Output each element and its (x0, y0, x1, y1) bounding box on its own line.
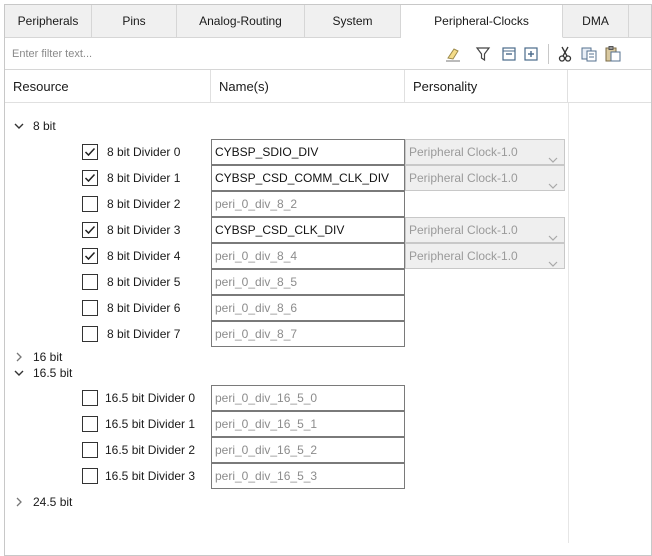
divider-row[interactable]: 8 bit Divider 1 CYBSP_CSD_COMM_CLK_DIV P… (5, 165, 651, 191)
name-field[interactable]: peri_0_div_8_2 (211, 191, 405, 217)
enable-checkbox[interactable] (82, 170, 98, 186)
filter-input[interactable] (8, 42, 433, 66)
name-field[interactable]: peri_0_div_8_4 (211, 243, 405, 269)
enable-checkbox[interactable] (82, 468, 98, 484)
divider-label: 8 bit Divider 4 (107, 249, 181, 263)
divider-row[interactable]: 16.5 bit Divider 1 peri_0_div_16_5_1 (5, 411, 651, 437)
tab-peripherals[interactable]: Peripherals (5, 5, 92, 38)
eraser-icon[interactable] (443, 44, 463, 64)
divider-label: 16.5 bit Divider 1 (105, 417, 196, 431)
group-8-bit[interactable]: 8 bit (5, 118, 651, 134)
personality-select[interactable]: Peripheral Clock-1.0 (405, 165, 565, 191)
enable-checkbox[interactable] (82, 326, 98, 342)
divider-label: 16.5 bit Divider 3 (105, 469, 196, 483)
name-field[interactable]: peri_0_div_8_5 (211, 269, 405, 295)
peripheral-clocks-panel: Peripherals Pins Analog-Routing System P… (4, 4, 652, 556)
group-label: 8 bit (33, 119, 56, 133)
divider-row[interactable]: 16.5 bit Divider 3 peri_0_div_16_5_3 (5, 463, 651, 489)
divider-row[interactable]: 16.5 bit Divider 0 peri_0_div_16_5_0 (5, 385, 651, 411)
tab-bar-filler (629, 5, 651, 38)
column-resource[interactable]: Resource (5, 70, 211, 103)
divider-label: 16.5 bit Divider 2 (105, 443, 196, 457)
divider-label: 8 bit Divider 7 (107, 327, 181, 341)
divider-row[interactable]: 8 bit Divider 2 peri_0_div_8_2 (5, 191, 651, 217)
chevron-down-icon[interactable] (13, 366, 25, 380)
copy-icon[interactable] (579, 44, 599, 64)
personality-value: Peripheral Clock-1.0 (409, 249, 518, 263)
chevron-down-icon[interactable] (13, 119, 25, 133)
divider-label: 8 bit Divider 1 (107, 171, 181, 185)
cut-icon[interactable] (555, 44, 575, 64)
divider-label: 8 bit Divider 0 (107, 145, 181, 159)
name-field[interactable]: peri_0_div_8_7 (211, 321, 405, 347)
divider-row[interactable]: 8 bit Divider 6 peri_0_div_8_6 (5, 295, 651, 321)
divider-row[interactable]: 8 bit Divider 0 CYBSP_SDIO_DIV Periphera… (5, 139, 651, 165)
name-field[interactable]: peri_0_div_16_5_2 (211, 437, 405, 463)
column-personality[interactable]: Personality (405, 70, 568, 103)
chevron-right-icon[interactable] (13, 495, 25, 509)
name-field[interactable]: CYBSP_CSD_CLK_DIV (211, 217, 405, 243)
filter-icon[interactable] (473, 44, 493, 64)
enable-checkbox[interactable] (82, 300, 98, 316)
paste-icon[interactable] (603, 44, 623, 64)
enable-checkbox[interactable] (82, 248, 98, 264)
tab-pins[interactable]: Pins (92, 5, 177, 38)
chevron-right-icon[interactable] (13, 350, 25, 364)
enable-checkbox[interactable] (82, 416, 98, 432)
collapse-all-icon[interactable] (499, 44, 519, 64)
divider-row[interactable]: 8 bit Divider 4 peri_0_div_8_4 Periphera… (5, 243, 651, 269)
group-label: 24.5 bit (33, 495, 73, 509)
toolbar-separator (548, 44, 549, 64)
divider-row[interactable]: 8 bit Divider 7 peri_0_div_8_7 (5, 321, 651, 347)
name-field[interactable]: CYBSP_CSD_COMM_CLK_DIV (211, 165, 405, 191)
divider-label: 8 bit Divider 6 (107, 301, 181, 315)
divider-row[interactable]: 16.5 bit Divider 2 peri_0_div_16_5_2 (5, 437, 651, 463)
tab-dma[interactable]: DMA (563, 5, 629, 38)
enable-checkbox[interactable] (82, 442, 98, 458)
enable-checkbox[interactable] (82, 390, 98, 406)
group-16-bit[interactable]: 16 bit (5, 349, 651, 365)
tab-analog-routing[interactable]: Analog-Routing (177, 5, 305, 38)
enable-checkbox[interactable] (82, 196, 98, 212)
personality-select[interactable]: Peripheral Clock-1.0 (405, 217, 565, 243)
filter-toolbar (5, 38, 651, 70)
group-24-5-bit[interactable]: 24.5 bit (5, 494, 651, 510)
group-16-5-bit[interactable]: 16.5 bit (5, 365, 651, 381)
divider-row[interactable]: 8 bit Divider 3 CYBSP_CSD_CLK_DIV Periph… (5, 217, 651, 243)
divider-label: 8 bit Divider 2 (107, 197, 181, 211)
divider-label: 16.5 bit Divider 0 (105, 391, 196, 405)
enable-checkbox[interactable] (82, 144, 98, 160)
group-label: 16 bit (33, 350, 63, 364)
personality-value: Peripheral Clock-1.0 (409, 145, 518, 159)
divider-row[interactable]: 8 bit Divider 5 peri_0_div_8_5 (5, 269, 651, 295)
name-field[interactable]: peri_0_div_16_5_0 (211, 385, 405, 411)
personality-select[interactable]: Peripheral Clock-1.0 (405, 243, 565, 269)
group-label: 16.5 bit (33, 366, 73, 380)
tab-bar: Peripherals Pins Analog-Routing System P… (5, 5, 651, 38)
name-field[interactable]: peri_0_div_16_5_1 (211, 411, 405, 437)
name-field[interactable]: peri_0_div_8_6 (211, 295, 405, 321)
enable-checkbox[interactable] (82, 274, 98, 290)
name-field[interactable]: peri_0_div_16_5_3 (211, 463, 405, 489)
tab-system[interactable]: System (305, 5, 401, 38)
enable-checkbox[interactable] (82, 222, 98, 238)
tab-peripheral-clocks[interactable]: Peripheral-Clocks (401, 5, 563, 38)
expand-all-icon[interactable] (521, 44, 541, 64)
column-header: Resource Name(s) Personality (5, 70, 651, 103)
divider-label: 8 bit Divider 5 (107, 275, 181, 289)
personality-select[interactable]: Peripheral Clock-1.0 (405, 139, 565, 165)
divider-label: 8 bit Divider 3 (107, 223, 181, 237)
column-names[interactable]: Name(s) (211, 70, 405, 103)
personality-value: Peripheral Clock-1.0 (409, 171, 518, 185)
personality-value: Peripheral Clock-1.0 (409, 223, 518, 237)
name-field[interactable]: CYBSP_SDIO_DIV (211, 139, 405, 165)
